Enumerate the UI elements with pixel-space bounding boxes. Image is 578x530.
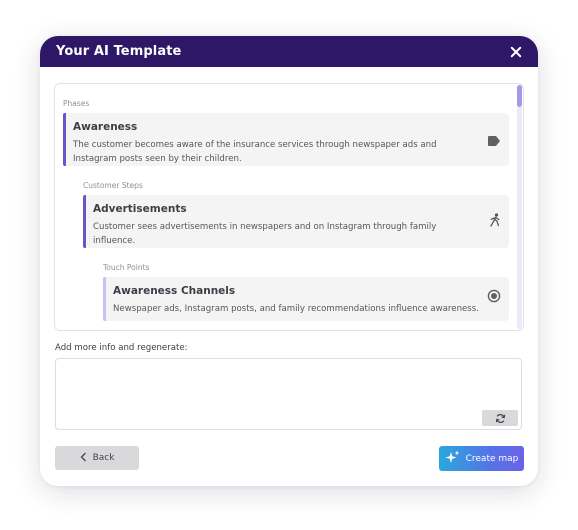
phase-title: Awareness — [73, 121, 138, 133]
regenerate-label: Add more info and regenerate: — [55, 343, 188, 353]
regenerate-input[interactable] — [55, 358, 522, 430]
phase-description: The customer becomes aware of the insura… — [73, 140, 437, 164]
tag-icon — [487, 132, 501, 151]
modal-title: Your AI Template — [56, 44, 182, 59]
scrollbar-thumb[interactable] — [517, 85, 522, 107]
back-button[interactable]: Back — [55, 446, 139, 470]
touchpoint-description: Newspaper ads, Instagram posts, and fami… — [113, 304, 479, 314]
touch-points-label: Touch Points — [103, 263, 150, 272]
regenerate-button[interactable] — [482, 410, 518, 426]
modal-header: Your AI Template — [40, 36, 538, 67]
radio-target-icon — [487, 288, 501, 307]
sparkles-icon — [445, 450, 460, 468]
customer-step-card[interactable]: Advertisements Customer sees advertiseme… — [83, 195, 509, 248]
scrollbar[interactable] — [517, 85, 522, 329]
chevron-left-icon — [80, 452, 87, 465]
phases-label: Phases — [63, 99, 90, 108]
phase-card[interactable]: Awareness The customer becomes aware of … — [63, 113, 509, 166]
refresh-icon — [495, 409, 506, 428]
step-description: Customer sees advertisements in newspape… — [93, 222, 437, 246]
customer-steps-label: Customer Steps — [83, 181, 143, 190]
step-title: Advertisements — [93, 203, 187, 215]
create-map-button[interactable]: Create map — [439, 446, 524, 471]
template-preview-panel[interactable]: Phases Awareness The customer becomes aw… — [54, 83, 524, 331]
touch-point-card[interactable]: Awareness Channels Newspaper ads, Instag… — [103, 277, 509, 321]
touchpoint-title: Awareness Channels — [113, 285, 236, 297]
walking-person-icon — [489, 212, 501, 231]
create-map-label: Create map — [465, 453, 519, 464]
ai-template-modal: Your AI Template Phases Awareness The cu… — [40, 36, 538, 486]
close-icon[interactable] — [508, 44, 524, 60]
back-label: Back — [92, 453, 115, 463]
